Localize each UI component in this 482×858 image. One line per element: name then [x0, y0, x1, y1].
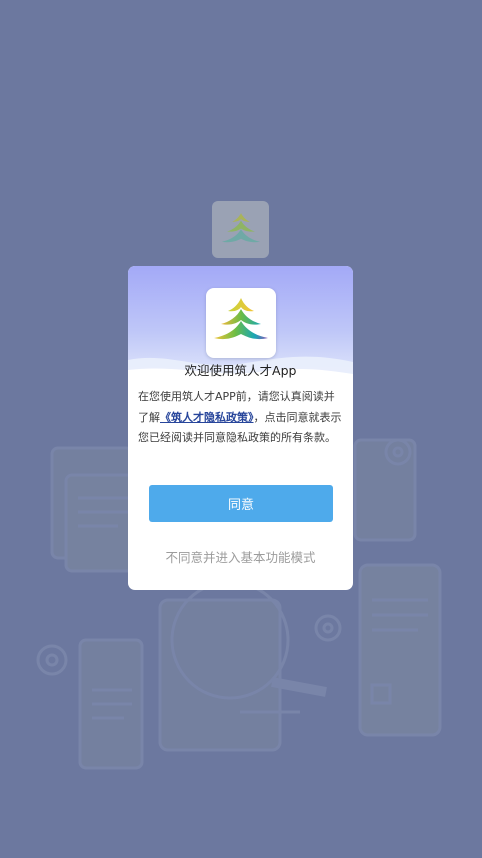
dialog-body-text: 在您使用筑人才APP前，请您认真阅读并了解《筑人才隐私政策》，点击同意就表示您已…	[138, 387, 344, 449]
agree-button[interactable]: 同意	[149, 485, 333, 522]
privacy-policy-dialog: 欢迎使用筑人才App 在您使用筑人才APP前，请您认真阅读并了解《筑人才隐私政策…	[128, 266, 353, 590]
zhurencai-tree-logo-icon	[214, 298, 268, 340]
background-app-icon	[212, 201, 269, 258]
disagree-basic-mode-button[interactable]: 不同意并进入基本功能模式	[128, 544, 353, 568]
app-logo	[206, 288, 276, 358]
privacy-policy-link[interactable]: 《筑人才隐私政策》	[160, 411, 254, 424]
app-logo-icon	[221, 212, 260, 242]
dialog-title: 欢迎使用筑人才App	[184, 363, 297, 378]
